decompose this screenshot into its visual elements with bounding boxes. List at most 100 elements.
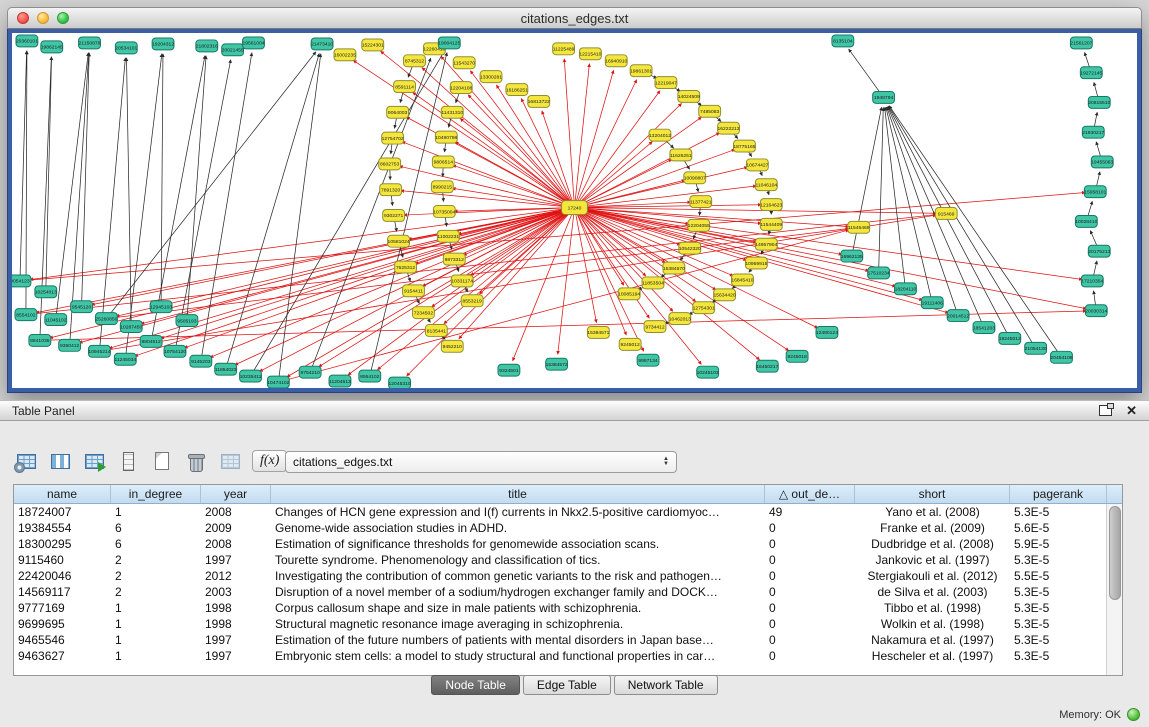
graph-edge[interactable] [575, 103, 682, 207]
graph-node[interactable]: 12754301 [693, 302, 715, 314]
cell-name[interactable]: 9115460 [14, 552, 111, 568]
cell-title[interactable]: Structural magnetic resonance image aver… [271, 616, 765, 632]
graph-edge[interactable] [575, 64, 590, 208]
cell-pagerank[interactable]: 5.3E-5 [1010, 584, 1107, 600]
graph-edge[interactable] [99, 58, 125, 352]
cell-pagerank[interactable]: 5.3E-5 [1010, 552, 1107, 568]
graph-node[interactable]: 9804512 [140, 335, 162, 347]
cell-out_degree[interactable]: 0 [765, 616, 855, 632]
graph-edge[interactable] [888, 106, 1010, 338]
graph-node[interactable]: 11543270 [453, 57, 475, 69]
cell-pagerank[interactable]: 5.3E-5 [1010, 616, 1107, 632]
graph-node[interactable]: 10674427 [746, 159, 768, 171]
graph-edge[interactable] [575, 186, 757, 208]
graph-node[interactable]: 8745312 [404, 55, 426, 67]
graph-node[interactable]: 15634420 [714, 289, 736, 301]
cell-short[interactable]: Tibbo et al. (1998) [855, 600, 1010, 616]
graph-node[interactable]: 20454108 [1050, 351, 1072, 363]
cell-in_degree[interactable]: 1 [111, 616, 201, 632]
graph-edge[interactable] [885, 107, 906, 289]
cell-year[interactable]: 2008 [201, 536, 271, 552]
cell-in_degree[interactable]: 2 [111, 584, 201, 600]
graph-edge[interactable] [575, 208, 681, 245]
graph-node[interactable]: 18204110 [895, 283, 917, 295]
cell-out_degree[interactable]: 0 [765, 648, 855, 664]
graph-node[interactable]: 10754120 [164, 345, 186, 357]
column-header-pagerank[interactable]: pagerank [1010, 485, 1107, 503]
graph-node[interactable]: 10462013 [669, 313, 691, 325]
show-columns-icon[interactable] [48, 449, 72, 473]
cell-out_degree[interactable]: 0 [765, 632, 855, 648]
zoom-button[interactable] [57, 12, 69, 24]
column-header-name[interactable]: name [14, 485, 111, 503]
close-button[interactable] [17, 12, 29, 24]
cell-out_degree[interactable]: 0 [765, 600, 855, 616]
graph-edge[interactable] [201, 53, 252, 361]
graph-node[interactable]: 8990215 [431, 181, 453, 193]
cell-name[interactable]: 19384554 [14, 520, 111, 536]
graph-node[interactable]: 10245103 [697, 366, 719, 378]
graph-node[interactable]: 8954102 [359, 370, 381, 382]
column-header-short[interactable]: short [855, 485, 1010, 503]
cell-short[interactable]: Nakamura et al. (1997) [855, 632, 1010, 648]
graph-node[interactable]: 9754210 [299, 366, 321, 378]
function-builder-button[interactable]: f(x) [252, 450, 287, 472]
graph-node[interactable]: 9997134 [637, 354, 659, 366]
scrollbar-thumb[interactable] [1109, 506, 1121, 600]
cell-name[interactable]: 22420046 [14, 568, 111, 584]
graph-edge[interactable] [56, 53, 89, 320]
graph-node[interactable]: 11225489 [553, 43, 575, 55]
graph-node[interactable]: 12204108 [450, 82, 472, 94]
graph-node[interactable]: 9245012 [619, 338, 641, 350]
graph-node[interactable]: 25260850 [95, 313, 117, 325]
cell-short[interactable]: Yano et al. (2008) [855, 504, 1010, 520]
graph-node[interactable]: 11046104 [755, 179, 777, 191]
graph-node[interactable]: 10331174 [451, 275, 473, 287]
cell-title[interactable]: Corpus callosum shape and size in male p… [271, 600, 765, 616]
graph-node[interactable]: 10581024 [388, 235, 410, 247]
cell-year[interactable]: 1998 [201, 616, 271, 632]
graph-node[interactable]: 11377421 [690, 196, 712, 208]
cell-in_degree[interactable]: 6 [111, 520, 201, 536]
column-header-title[interactable]: title [271, 485, 765, 503]
graph-node[interactable]: 9806514 [432, 156, 454, 168]
graph-node[interactable]: 16940910 [605, 55, 627, 67]
table-row[interactable]: 2242004622012Investigating the contribut… [14, 568, 1122, 584]
graph-node[interactable]: 19861301 [630, 65, 652, 77]
graph-node[interactable]: 21561207 [1070, 37, 1092, 49]
cell-out_degree[interactable]: 0 [765, 520, 855, 536]
graph-node[interactable]: 1948794 [873, 92, 895, 104]
graph-node[interactable]: 15384570 [663, 262, 685, 274]
network-canvas[interactable]: 17240 8745312 8591114 9064003 12754702 8… [12, 33, 1137, 388]
vertical-scrollbar[interactable] [1106, 504, 1122, 675]
cell-year[interactable]: 1997 [201, 632, 271, 648]
tab-network-table[interactable]: Network Table [614, 675, 718, 695]
graph-node[interactable]: 12045310 [389, 377, 411, 388]
graph-node[interactable]: 13300281 [480, 71, 502, 83]
graph-node[interactable]: 11854023 [215, 363, 237, 375]
graph-edge[interactable] [310, 58, 431, 372]
graph-edge[interactable] [558, 208, 575, 355]
graph-node[interactable]: 10735004 [433, 206, 455, 218]
graph-node[interactable]: 9873312 [443, 253, 465, 265]
tab-node-table[interactable]: Node Table [431, 675, 520, 695]
graph-node[interactable]: 12480124 [816, 327, 838, 339]
graph-node[interactable]: 10235411 [240, 370, 262, 382]
cell-short[interactable]: de Silva et al. (2003) [855, 584, 1010, 600]
graph-node[interactable]: 10028410 [1075, 215, 1097, 227]
cell-short[interactable]: Jankovic et al. (1997) [855, 552, 1010, 568]
graph-node[interactable]: 21150878 [79, 37, 101, 49]
table-row[interactable]: 969969511998Structural magnetic resonanc… [14, 616, 1122, 632]
graph-node[interactable]: 10945214 [88, 345, 110, 357]
cell-name[interactable]: 18300295 [14, 536, 111, 552]
graph-node[interactable]: 18775165 [733, 140, 755, 152]
cell-title[interactable]: Genome-wide association studies in ADHD. [271, 520, 765, 536]
graph-node[interactable]: 9054123 [12, 275, 31, 287]
cell-year[interactable]: 1998 [201, 600, 271, 616]
close-panel-icon[interactable]: ✕ [1126, 404, 1137, 417]
cell-title[interactable]: Disruption of a novel member of a sodium… [271, 584, 765, 600]
graph-edge[interactable] [226, 53, 320, 369]
graph-node[interactable]: 7485083 [699, 105, 721, 117]
graph-node[interactable]: 8841035 [29, 334, 51, 346]
graph-edge[interactable] [575, 208, 747, 261]
